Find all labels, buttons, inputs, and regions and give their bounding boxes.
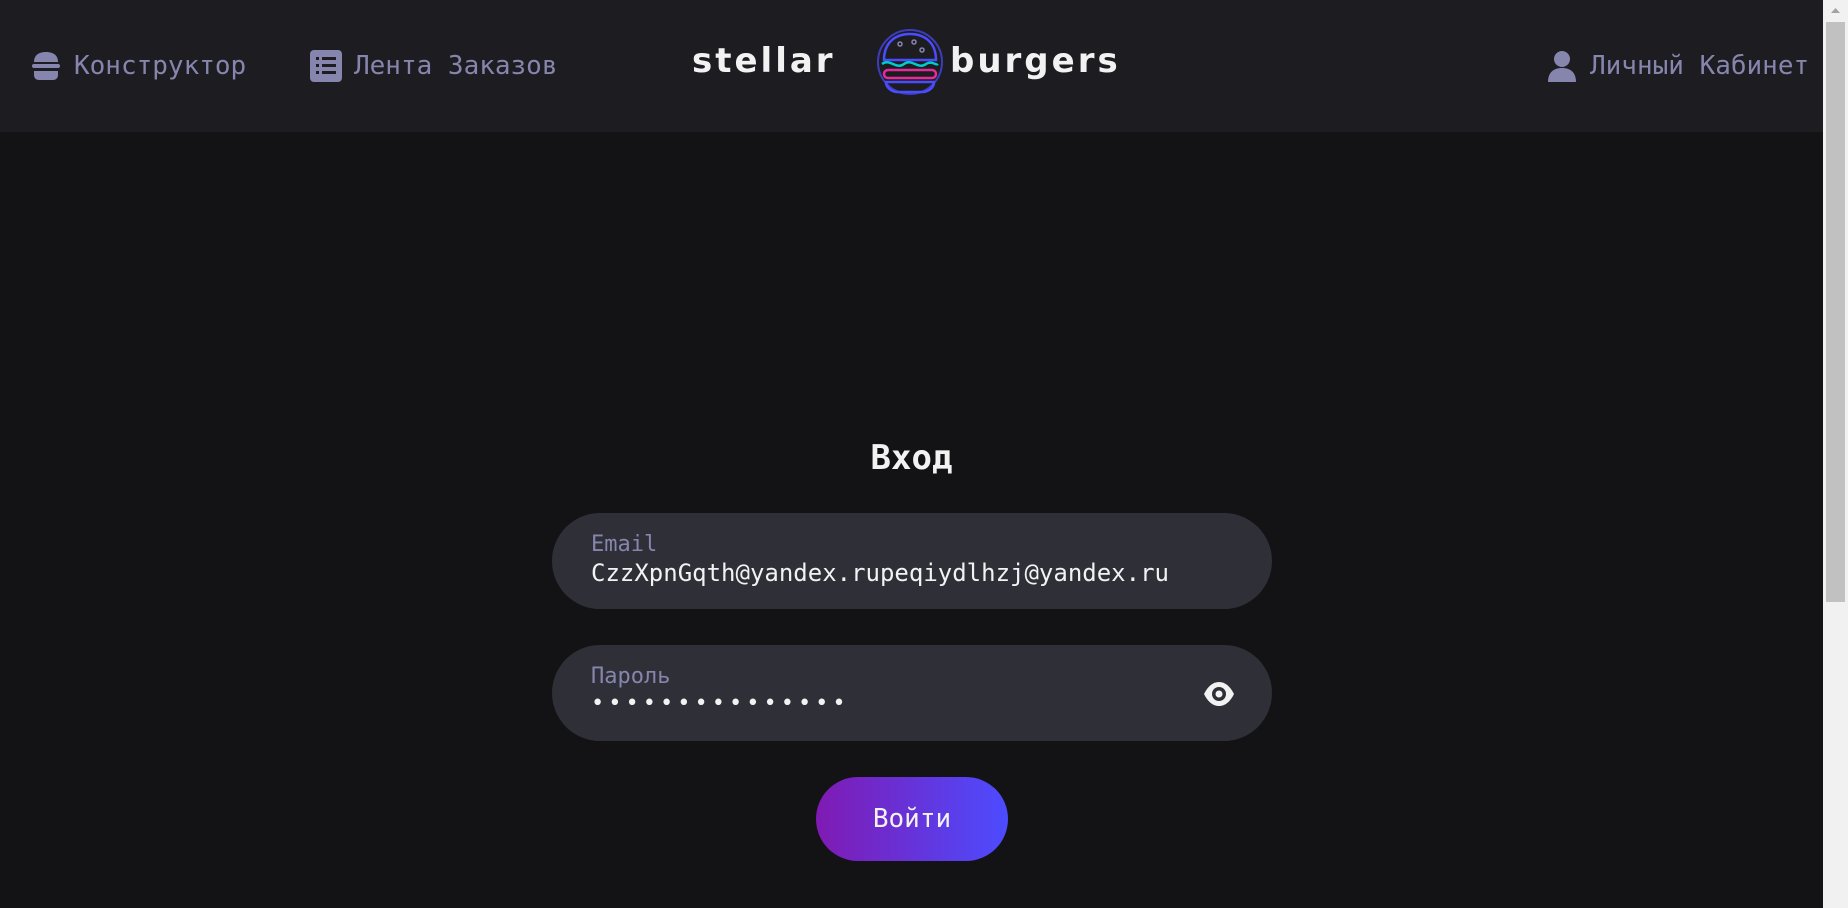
login-title: Вход bbox=[870, 438, 953, 478]
password-field-label: Пароль bbox=[591, 664, 671, 689]
email-input[interactable]: CzzXpnGqth@yandex.rupeqiydlhzj@yandex.ru bbox=[591, 558, 1169, 588]
email-field[interactable]: Email CzzXpnGqth@yandex.rupeqiydlhzj@yan… bbox=[552, 513, 1272, 609]
password-input[interactable]: ••••••••••••••• bbox=[591, 689, 850, 719]
login-submit-button[interactable]: Войти bbox=[816, 777, 1008, 861]
nav-personal-account[interactable]: Личный Кабинет bbox=[1544, 44, 1809, 88]
nav-order-feed[interactable]: Лента Заказов bbox=[308, 44, 558, 88]
page: Конструктор Лента Заказов stellar burger… bbox=[0, 0, 1823, 908]
nav-order-feed-label: Лента Заказов bbox=[354, 51, 558, 81]
nav-constructor-label: Конструктор bbox=[74, 51, 247, 81]
vertical-scrollbar[interactable] bbox=[1823, 0, 1848, 908]
nav-personal-account-label: Личный Кабинет bbox=[1590, 51, 1810, 81]
scrollbar-thumb[interactable] bbox=[1826, 22, 1845, 602]
password-field[interactable]: Пароль ••••••••••••••• bbox=[552, 645, 1272, 741]
profile-icon bbox=[1544, 48, 1580, 84]
email-field-label: Email bbox=[591, 532, 658, 557]
stellar-burgers-logo[interactable]: stellar burgers bbox=[692, 26, 1132, 98]
burger-logo-icon bbox=[877, 29, 943, 95]
list-icon bbox=[308, 48, 344, 84]
logo-left-text: stellar bbox=[692, 41, 836, 81]
nav-constructor[interactable]: Конструктор bbox=[28, 44, 246, 88]
app-header: Конструктор Лента Заказов stellar burger… bbox=[0, 0, 1823, 132]
scroll-up-arrow-icon[interactable] bbox=[1823, 0, 1848, 20]
logo-right-text: burgers bbox=[950, 41, 1121, 81]
burger-icon bbox=[28, 48, 64, 84]
show-password-eye-icon[interactable] bbox=[1202, 677, 1236, 711]
